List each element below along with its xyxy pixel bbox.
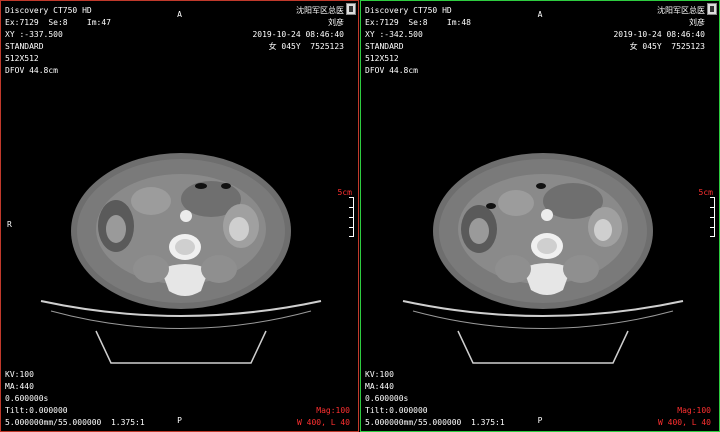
patient-name: 刘彦 [328, 18, 344, 27]
recon-kernel: STANDARD [365, 42, 404, 51]
study-datetime: 2019-10-24 08:46:40 [613, 30, 705, 39]
scale-bar [349, 197, 354, 237]
overlay-bottom-right: Mag:100 W 400, L 40 [297, 405, 350, 429]
tilt: Tilt:0.000000 [5, 406, 68, 415]
scanner-model: Discovery CT750 HD [365, 6, 452, 15]
magnification: Mag:100 [677, 406, 711, 415]
rotation-time: 0.600000s [5, 394, 49, 403]
tilt: Tilt:0.000000 [365, 406, 428, 415]
ma: MA:440 [365, 382, 394, 391]
lock-icon[interactable] [707, 3, 717, 15]
orientation-top: A [177, 10, 182, 19]
rotation-time: 0.600000s [365, 394, 409, 403]
recon-kernel: STANDARD [5, 42, 44, 51]
matrix-size: 512X512 [5, 54, 39, 63]
xy-position: XY :-342.500 [365, 30, 423, 39]
exam-series-image: Ex:7129 Se:8 Im:47 [5, 18, 111, 27]
viewport-left[interactable]: Discovery CT750 HD Ex:7129 Se:8 Im:47 XY :… [0, 0, 359, 432]
orientation-left: R [7, 220, 12, 229]
hospital-name: 沈阳军区总医 [296, 6, 344, 15]
overlay-top-left: Discovery CT750 HD Ex:7129 Se:8 Im:48 XY :… [365, 5, 471, 77]
patient-info: 女 045Y 7525123 [629, 42, 705, 51]
scale-bar [710, 197, 715, 237]
kv: KV:100 [365, 370, 394, 379]
exam-series-image: Ex:7129 Se:8 Im:48 [365, 18, 471, 27]
overlay-bottom-left: KV:100 MA:440 0.600000s Tilt:0.000000 5.0000… [5, 369, 145, 429]
overlay-bottom-right: Mag:100 W 400, L 40 [658, 405, 711, 429]
magnification: Mag:100 [316, 406, 350, 415]
dfov: DFOV 44.8cm [365, 66, 418, 75]
slice-thickness: 5.000000mm/55.000000 1.375:1 [5, 418, 145, 427]
overlay-top-right: 沈阳军区总医刘彦 2019-10-24 08:46:40 女 045Y 752512… [252, 5, 344, 53]
xy-position: XY :-337.500 [5, 30, 63, 39]
overlay-bottom-left: KV:100 MA:440 0.600000s Tilt:0.000000 5.0000… [365, 369, 505, 429]
orientation-top: A [537, 10, 543, 19]
overlay-top-right: 沈阳军区总医刘彦 2019-10-24 08:46:40 女 045Y 752512… [613, 5, 705, 53]
patient-info: 女 045Y 7525123 [268, 42, 344, 51]
patient-name: 刘彦 [689, 18, 705, 27]
slice-thickness: 5.000000mm/55.000000 1.375:1 [365, 418, 505, 427]
window-level: W 400, L 40 [297, 418, 350, 427]
hospital-name: 沈阳军区总医 [657, 6, 705, 15]
scanner-model: Discovery CT750 HD [5, 6, 92, 15]
orientation-bottom: P [177, 416, 182, 425]
lock-icon[interactable] [346, 3, 356, 15]
ma: MA:440 [5, 382, 34, 391]
overlay-top-left: Discovery CT750 HD Ex:7129 Se:8 Im:47 XY :… [5, 5, 111, 77]
viewport-right[interactable]: Discovery CT750 HD Ex:7129 Se:8 Im:48 XY :… [360, 0, 720, 432]
study-datetime: 2019-10-24 08:46:40 [252, 30, 344, 39]
orientation-bottom: P [537, 416, 543, 425]
matrix-size: 512X512 [365, 54, 399, 63]
dfov: DFOV 44.8cm [5, 66, 58, 75]
kv: KV:100 [5, 370, 34, 379]
window-level: W 400, L 40 [658, 418, 711, 427]
